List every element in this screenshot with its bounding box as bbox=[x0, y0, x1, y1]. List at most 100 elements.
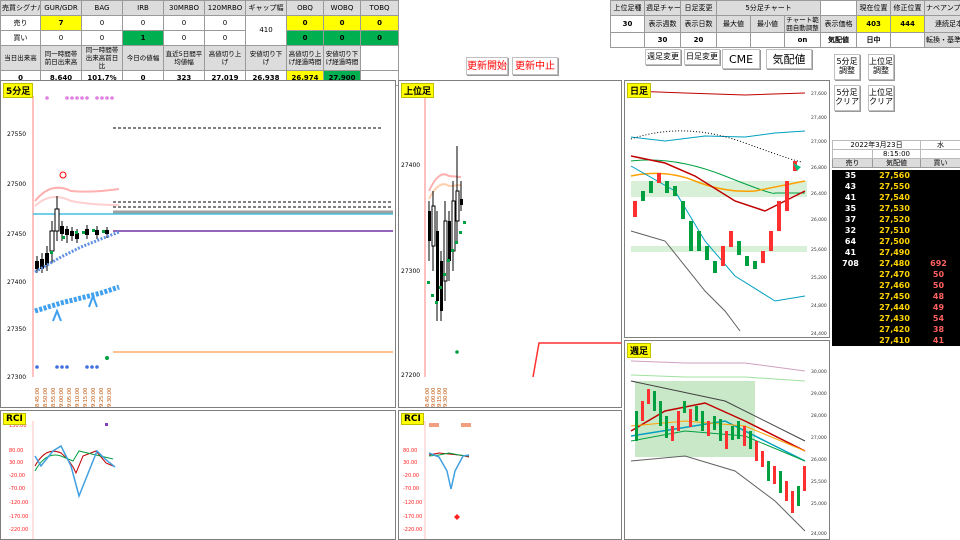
signal-header-row: 売買シグナル GUR/GDR BAG IRB 30MRBO 120MRBO ギャ… bbox=[0, 0, 399, 16]
y-tick: -170.00 bbox=[403, 514, 422, 520]
corrected-position: 444 bbox=[890, 15, 926, 33]
order-buy: 54 bbox=[932, 314, 945, 323]
y-tick: 25,200 bbox=[811, 275, 827, 281]
stats-header: 今日の値幅 bbox=[122, 45, 164, 71]
stats-header: 高値切り上げ経過時間 bbox=[286, 45, 324, 71]
five-min-chart: 27550 27500 27450 27400 27350 27300 8:45… bbox=[7, 96, 393, 407]
sell-signal-icon bbox=[59, 171, 67, 179]
cme-button[interactable]: CME bbox=[722, 49, 760, 69]
setting-value[interactable]: 30 bbox=[644, 32, 681, 48]
sell-row: 売り 7 0 0 0 0 410 0 0 0 bbox=[0, 15, 399, 46]
session-value[interactable]: 日中 bbox=[856, 32, 892, 48]
y-tick: -120.00 bbox=[9, 500, 28, 506]
five-min-x-axis: 8:45:00 8:50:00 8:55:00 9:00:00 9:05:00 … bbox=[35, 388, 113, 407]
blue-dots-bottom bbox=[35, 365, 99, 369]
y-tick: 28,000 bbox=[811, 413, 827, 419]
update-stop-button[interactable]: 更新中止 bbox=[512, 57, 558, 75]
order-sell: 708 bbox=[842, 259, 859, 268]
order-buy bbox=[920, 247, 960, 258]
daily-change-button[interactable]: 日足変更 bbox=[684, 49, 720, 65]
rci-mid-y-axis: 80.00 30.00 -20.00 -70.00 -120.00 -170.0… bbox=[403, 448, 422, 533]
y-tick: 27400 bbox=[401, 162, 420, 169]
order-book-row: 41 27,540 bbox=[832, 192, 960, 203]
signal-cell: 0 bbox=[81, 15, 123, 31]
setting-value[interactable]: 気配値 bbox=[820, 32, 858, 48]
order-book-row: 35 27,560 bbox=[832, 170, 960, 181]
adjust-5min-button[interactable]: 5分足調整 bbox=[834, 54, 860, 80]
setting-value[interactable]: 30 bbox=[610, 15, 645, 33]
settings-table: 上位足種 週足チャート 日足変更 5分足チャート 現在位置 修正位置 ナベアンプ… bbox=[610, 0, 960, 48]
header-cell: ギャップ幅 bbox=[245, 0, 287, 16]
quote-button[interactable]: 気配値 bbox=[766, 49, 812, 69]
order-price: 27,470 bbox=[879, 270, 910, 279]
y-tick: 27550 bbox=[7, 131, 26, 138]
y-tick: 27500 bbox=[7, 181, 26, 188]
adjust-upper-button[interactable]: 上位足調整 bbox=[868, 54, 894, 80]
order-book-row: 708 27,480 692 bbox=[832, 258, 960, 269]
header-cell: WOBQ bbox=[323, 0, 361, 16]
setting-value[interactable]: on bbox=[783, 32, 822, 48]
order-buy: 692 bbox=[930, 259, 947, 268]
order-price: 27,480 bbox=[879, 259, 910, 268]
y-tick: 26,000 bbox=[811, 217, 827, 223]
order-buy: 50 bbox=[932, 281, 945, 290]
five-min-chart-panel: 27550 27500 27450 27400 27350 27300 8:45… bbox=[0, 80, 396, 408]
signal-cell: 0 bbox=[204, 15, 246, 31]
signal-table: 売買シグナル GUR/GDR BAG IRB 30MRBO 120MRBO ギャ… bbox=[0, 0, 399, 86]
daily-chart-panel: 27,600 27,400 27,000 26,800 26,400 26,00… bbox=[624, 80, 830, 338]
order-sell bbox=[832, 291, 872, 302]
order-book: 2022年3月23日 水 8:15:00 売り 気配値 買い 35 27,560 4… bbox=[832, 140, 960, 370]
signal-cell: 1 bbox=[122, 30, 164, 46]
x-tick: 9:30:00 bbox=[107, 388, 113, 407]
rci-mid-chart: 80.00 30.00 -20.00 -70.00 -120.00 -170.0… bbox=[403, 421, 471, 539]
order-price: 27,430 bbox=[879, 314, 910, 323]
signal-cell: 7 bbox=[40, 15, 82, 31]
rci-left-panel: 130.00 80.00 30.00 -20.00 -70.00 -120.00… bbox=[0, 410, 396, 540]
support-band bbox=[34, 284, 120, 314]
order-book-row: 27,430 54 bbox=[832, 313, 960, 324]
band-line bbox=[630, 130, 806, 142]
y-tick: 30.00 bbox=[403, 460, 417, 466]
x-tick: 9:15:00 bbox=[83, 388, 89, 407]
gap-value: 410 bbox=[245, 15, 287, 46]
order-book-row: 41 27,490 bbox=[832, 247, 960, 258]
diamond-marker-icon bbox=[454, 514, 460, 520]
signal-cell: 0 bbox=[163, 15, 205, 31]
signal-dot bbox=[455, 350, 459, 354]
order-price: 27,460 bbox=[879, 281, 910, 290]
setting-label: 最小値 bbox=[750, 15, 785, 33]
weekly-title: 週足 bbox=[627, 343, 652, 358]
order-book-row: 27,470 50 bbox=[832, 269, 960, 280]
x-tick: 9:30:00 bbox=[443, 388, 449, 407]
stats-header: 同一時間帯出来高前日比 bbox=[81, 45, 123, 71]
y-tick: 24,800 bbox=[811, 303, 827, 309]
y-tick: -220.00 bbox=[9, 527, 28, 533]
order-sell: 37 bbox=[844, 215, 857, 224]
signal-cell: 0 bbox=[81, 30, 123, 46]
order-book-table: 35 27,560 43 27,550 41 27,540 35 27,530 37 27,520… bbox=[832, 170, 960, 346]
order-buy: 49 bbox=[932, 303, 945, 312]
upper-title: 上位足 bbox=[401, 83, 435, 98]
rci-left-chart: 130.00 80.00 30.00 -20.00 -70.00 -120.00… bbox=[9, 421, 116, 539]
signal-cell: 0 bbox=[122, 15, 164, 31]
clear-upper-button[interactable]: 上位足クリア bbox=[868, 85, 894, 111]
five-min-title: 5分足 bbox=[3, 83, 34, 98]
signal-cell: 0 bbox=[40, 30, 82, 46]
y-tick: 27200 bbox=[401, 372, 420, 379]
y-tick: 80.00 bbox=[403, 448, 417, 454]
order-price: 27,530 bbox=[879, 204, 910, 213]
y-tick: -70.00 bbox=[403, 486, 419, 492]
order-buy: 41 bbox=[932, 336, 945, 345]
band-line bbox=[630, 90, 806, 96]
order-price: 27,550 bbox=[879, 182, 910, 191]
clear-5min-button[interactable]: 5分足クリア bbox=[834, 85, 860, 111]
setting-value[interactable]: 20 bbox=[680, 32, 717, 48]
update-start-button[interactable]: 更新開始 bbox=[466, 57, 508, 75]
x-tick: 9:20:00 bbox=[91, 388, 97, 407]
stats-header-row: 当日出来高 同一時間帯前日出来高 同一時間帯出来高前日比 今日の値幅 直近5日間… bbox=[0, 45, 399, 71]
y-tick: 24,400 bbox=[811, 331, 827, 337]
order-book-row: 64 27,500 bbox=[832, 236, 960, 247]
five-min-y-axis: 27550 27500 27450 27400 27350 27300 bbox=[7, 131, 26, 381]
setting-label: 連続足本数 bbox=[924, 15, 960, 33]
weekly-change-button[interactable]: 週足変更 bbox=[645, 49, 681, 65]
